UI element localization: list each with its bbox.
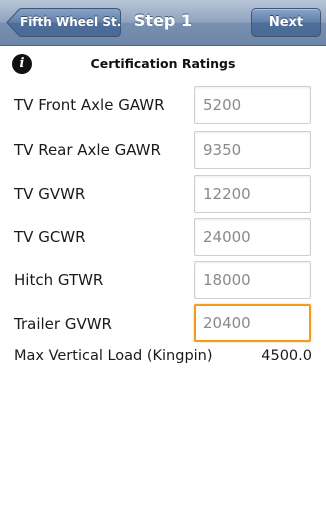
front-axle-gawr-label: TV Front Axle GAWR [14, 96, 165, 114]
tv-gcwr-input[interactable] [194, 218, 311, 256]
navigation-bar: Fifth Wheel St. Step 1 Next [0, 0, 326, 46]
rear-axle-gawr-label: TV Rear Axle GAWR [14, 141, 161, 159]
trailer-gvwr-input[interactable] [194, 304, 311, 342]
tv-gcwr-label: TV GCWR [14, 228, 86, 246]
next-button-label: Next [268, 15, 304, 30]
hitch-gtwr-input[interactable] [194, 261, 311, 299]
max-vertical-load-value: 4500.0 [261, 348, 312, 364]
hitch-gtwr-label: Hitch GTWR [14, 271, 104, 289]
rear-axle-gawr-input[interactable] [194, 131, 311, 169]
trailer-gvwr-label: Trailer GVWR [14, 315, 112, 333]
tv-gvwr-label: TV GVWR [14, 185, 86, 203]
next-button[interactable]: Next [251, 8, 321, 37]
section-title: Certification Ratings [90, 56, 236, 71]
front-axle-gawr-input[interactable] [194, 86, 311, 124]
max-vertical-load-label: Max Vertical Load (Kingpin) [14, 348, 213, 364]
tv-gvwr-input[interactable] [194, 175, 311, 213]
